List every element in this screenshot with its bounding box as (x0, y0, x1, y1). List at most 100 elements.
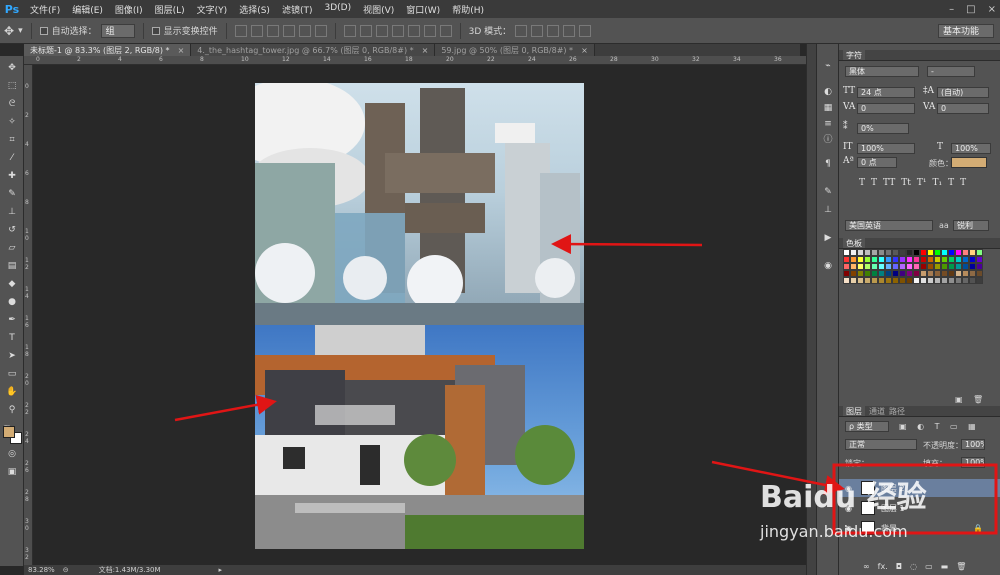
foreground-color-swatch[interactable] (3, 426, 15, 438)
tab-untitled-1[interactable]: 未标题-1 @ 83.3% (图层 2, RGB/8) * × (24, 44, 192, 56)
menu-item[interactable]: 窗口(W) (400, 3, 446, 16)
color-swatch[interactable] (962, 270, 969, 277)
tab-character[interactable]: 字符 (843, 50, 865, 60)
close-icon[interactable]: × (581, 46, 588, 55)
spacing-field[interactable]: 0% (857, 123, 909, 134)
color-swatch[interactable] (857, 277, 864, 284)
color-swatch[interactable] (899, 277, 906, 284)
text-style-button[interactable]: T (948, 178, 954, 188)
tab-layers[interactable]: 图层 (843, 406, 865, 416)
color-swatch[interactable] (899, 256, 906, 263)
color-swatch[interactable] (878, 277, 885, 284)
color-swatch[interactable] (976, 277, 983, 284)
layer-action-icon[interactable]: fx. (878, 562, 888, 571)
info-panel-icon[interactable]: ⓘ (822, 134, 834, 146)
color-swatch[interactable] (871, 256, 878, 263)
color-swatch[interactable] (871, 263, 878, 270)
color-swatch[interactable] (913, 277, 920, 284)
color-swatch[interactable] (927, 249, 934, 256)
align-bottom-icon[interactable] (266, 24, 279, 37)
baseline-field[interactable]: 0 点 (857, 157, 897, 168)
color-swatch[interactable] (934, 277, 941, 284)
color-swatch[interactable] (857, 249, 864, 256)
color-swatch[interactable] (878, 249, 885, 256)
color-swatch[interactable] (850, 263, 857, 270)
color-swatch[interactable] (843, 263, 850, 270)
tool-preset-dropdown[interactable]: ▾ (18, 26, 23, 36)
menu-item[interactable]: 文字(Y) (191, 3, 234, 16)
color-swatch[interactable] (906, 270, 913, 277)
color-swatch[interactable] (976, 256, 983, 263)
brush-tool-icon[interactable]: ✎ (5, 188, 19, 200)
kerning-field[interactable]: 0 (857, 103, 915, 114)
color-swatch[interactable] (878, 256, 885, 263)
color-swatch[interactable] (857, 263, 864, 270)
color-swatch[interactable] (934, 263, 941, 270)
text-style-button[interactable]: T₁ (932, 178, 942, 188)
clone-stamp-icon[interactable]: ⊥ (5, 206, 19, 218)
color-swatch[interactable] (976, 270, 983, 277)
color-swatch[interactable] (948, 249, 955, 256)
color-swatch[interactable] (913, 256, 920, 263)
3d-roll-icon[interactable] (531, 24, 544, 37)
opacity-field[interactable]: 100% (961, 439, 985, 450)
show-transform-checkbox[interactable] (151, 26, 160, 35)
eyedropper-icon[interactable]: ⁄ (5, 152, 19, 164)
menu-item[interactable]: 图像(I) (109, 3, 149, 16)
color-swatch[interactable] (885, 263, 892, 270)
color-swatch[interactable] (920, 249, 927, 256)
color-swatch[interactable] (962, 277, 969, 284)
adjustments-panel-icon[interactable]: ◐ (822, 86, 834, 98)
color-swatch[interactable] (892, 277, 899, 284)
vertical-scale-field[interactable]: 100% (857, 143, 915, 154)
actions-panel-icon[interactable]: ▶ (822, 232, 834, 244)
color-swatch[interactable] (969, 277, 976, 284)
color-swatch[interactable] (955, 249, 962, 256)
text-color-swatch[interactable] (951, 157, 987, 168)
color-swatch[interactable] (899, 270, 906, 277)
color-swatch[interactable] (927, 256, 934, 263)
color-swatch[interactable] (962, 263, 969, 270)
color-swatch[interactable] (864, 256, 871, 263)
history-brush-icon[interactable]: ↺ (5, 224, 19, 236)
brush-panel-icon[interactable]: ✎ (822, 186, 834, 198)
menu-item[interactable]: 3D(D) (318, 3, 357, 16)
horizontal-scale-field[interactable]: 100% (951, 143, 991, 154)
close-icon[interactable]: × (422, 46, 429, 55)
menu-item[interactable]: 视图(V) (357, 3, 400, 16)
dodge-tool-icon[interactable]: ● (5, 296, 19, 308)
color-swatch[interactable] (941, 256, 948, 263)
color-swatch[interactable] (948, 256, 955, 263)
close-button[interactable]: × (988, 4, 996, 15)
color-swatch[interactable] (850, 249, 857, 256)
color-swatch[interactable] (920, 263, 927, 270)
language-select[interactable]: 美国英语 (845, 220, 933, 231)
clone-source-icon[interactable]: ⊥ (822, 204, 834, 216)
layer-action-icon[interactable]: ∞ (863, 562, 870, 571)
paragraph-panel-icon[interactable]: ¶ (822, 158, 834, 170)
color-swatch[interactable] (941, 263, 948, 270)
align-left-icon[interactable] (282, 24, 295, 37)
color-swatch[interactable] (864, 270, 871, 277)
status-menu-arrow-icon[interactable]: ▸ (219, 566, 223, 574)
color-swatch[interactable] (871, 277, 878, 284)
delete-swatch-icon[interactable]: 🗑 (973, 395, 983, 404)
tab-hashtag-tower[interactable]: 4._the_hashtag_tower.jpg @ 66.7% (图层 0, … (191, 44, 436, 56)
pen-tool-icon[interactable]: ✒ (5, 314, 19, 326)
font-family-select[interactable]: 黑体 (845, 66, 919, 77)
layer-action-icon[interactable]: ▬ (941, 562, 949, 571)
styles-panel-icon[interactable]: ▦ (822, 102, 834, 114)
color-swatch[interactable] (885, 277, 892, 284)
layer-action-icon[interactable]: ◌ (910, 562, 917, 571)
text-style-button[interactable]: T (960, 178, 966, 188)
layer-action-icon[interactable]: ◘ (896, 562, 902, 571)
color-swatch[interactable] (913, 270, 920, 277)
history-panel-icon[interactable]: ⌁ (822, 60, 834, 72)
color-swatch[interactable] (906, 277, 913, 284)
minimize-button[interactable]: – (949, 4, 954, 15)
color-swatch[interactable] (850, 277, 857, 284)
color-swatch[interactable] (976, 263, 983, 270)
color-swatch[interactable] (899, 249, 906, 256)
color-swatch[interactable] (927, 263, 934, 270)
text-style-button[interactable]: T¹ (917, 178, 927, 188)
